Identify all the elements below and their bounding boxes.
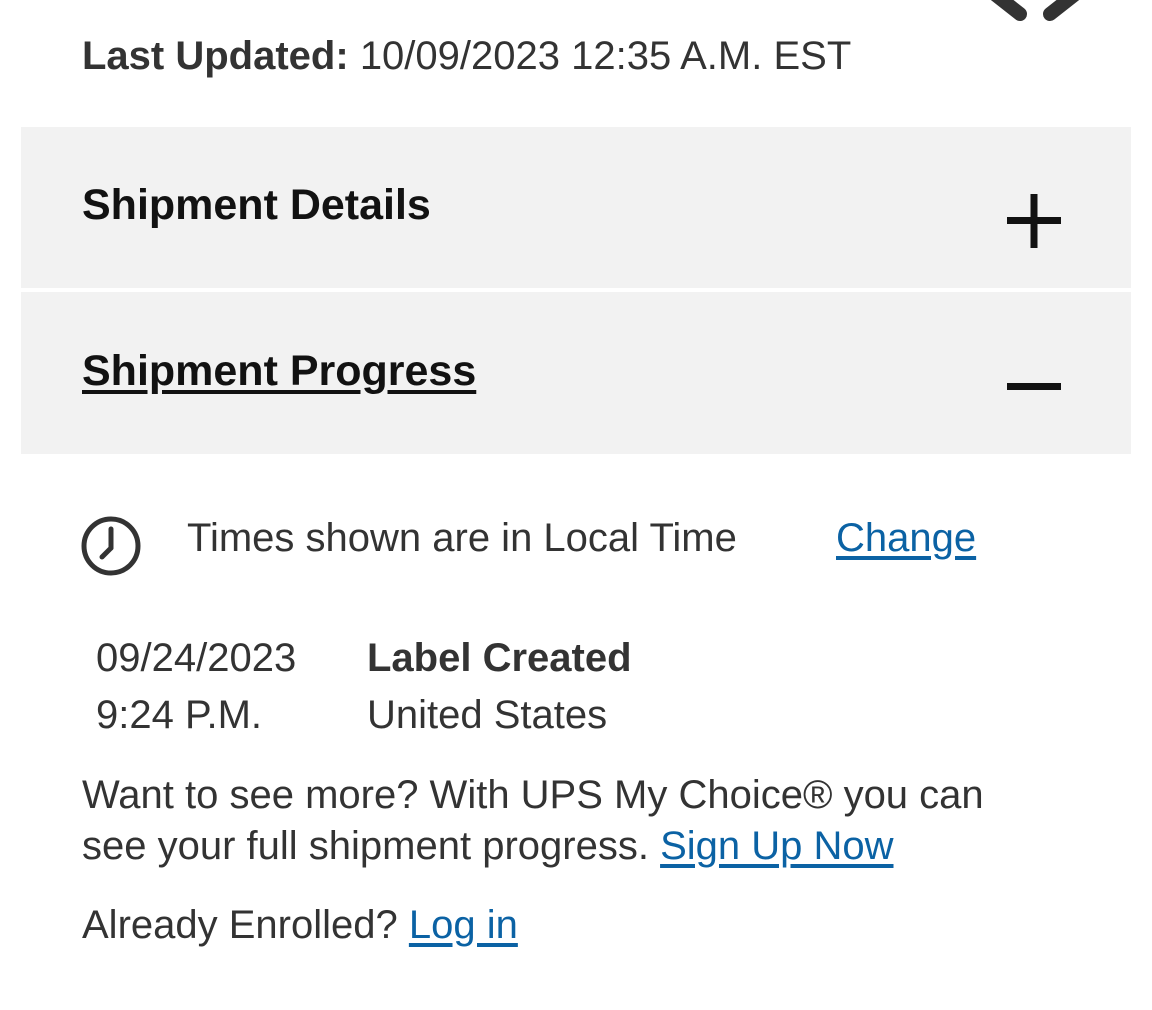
event-time: 9:24 P.M. bbox=[96, 693, 263, 737]
sign-up-now-link[interactable]: Sign Up Now bbox=[660, 824, 893, 868]
already-enrolled-text: Already Enrolled? bbox=[82, 903, 398, 947]
last-updated: Last Updated: 10/09/2023 12:35 A.M. EST bbox=[82, 32, 851, 80]
shipment-progress-accordion[interactable]: Shipment Progress bbox=[21, 292, 1131, 454]
shipment-details-accordion[interactable]: Shipment Details bbox=[21, 127, 1131, 288]
last-updated-value: 10/09/2023 12:35 A.M. EST bbox=[359, 34, 852, 78]
log-in-link[interactable]: Log in bbox=[409, 903, 518, 947]
shipment-progress-title: Shipment Progress bbox=[82, 347, 477, 395]
shipment-details-title: Shipment Details bbox=[82, 181, 431, 229]
clock-icon bbox=[81, 516, 141, 576]
close-icon[interactable] bbox=[980, 0, 1090, 22]
already-enrolled: Already Enrolled? Log in bbox=[82, 900, 518, 951]
shipment-tracking-panel: Last Updated: 10/09/2023 12:35 A.M. EST … bbox=[0, 0, 1152, 1010]
event-date: 09/24/2023 bbox=[96, 636, 297, 680]
promo-line-2-wrapper: see your full shipment progress. Sign Up… bbox=[82, 821, 1082, 872]
last-updated-label: Last Updated: bbox=[82, 34, 349, 78]
timezone-row: Times shown are in Local Time Change bbox=[80, 514, 1080, 576]
plus-icon[interactable] bbox=[1007, 194, 1061, 248]
change-timezone-link[interactable]: Change bbox=[836, 516, 976, 561]
event-location: United States bbox=[367, 693, 608, 737]
promo-line-1: Want to see more? With UPS My Choice® yo… bbox=[82, 773, 984, 817]
minus-icon[interactable] bbox=[1007, 360, 1061, 414]
progress-event: 09/24/2023 9:24 P.M. Label Created Unite… bbox=[96, 630, 996, 740]
timezone-text: Times shown are in Local Time bbox=[187, 516, 737, 560]
my-choice-promo: Want to see more? With UPS My Choice® yo… bbox=[82, 770, 1082, 872]
event-status: Label Created bbox=[367, 636, 632, 680]
promo-line-2: see your full shipment progress. bbox=[82, 824, 649, 868]
